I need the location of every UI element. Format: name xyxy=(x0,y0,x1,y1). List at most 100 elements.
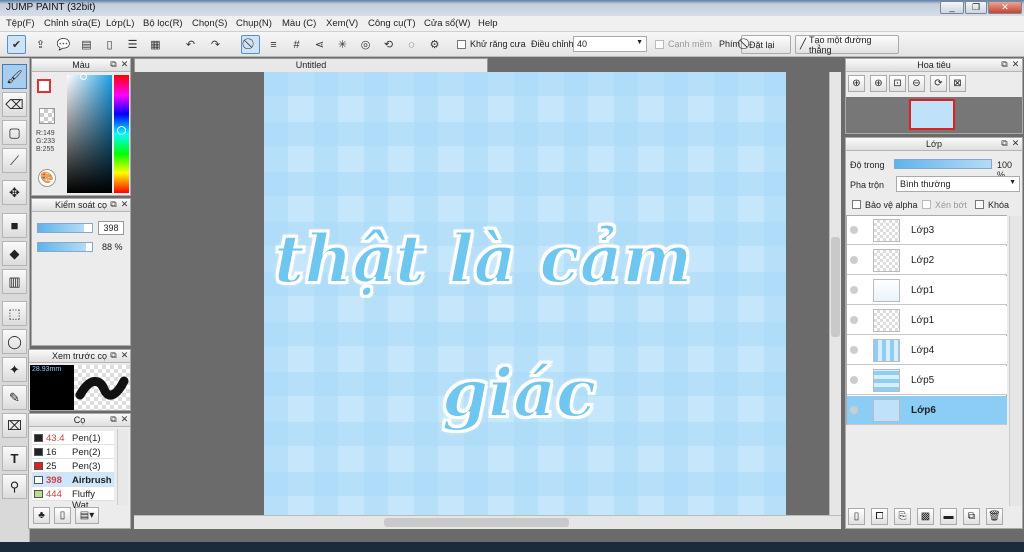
radial-snap-icon[interactable]: ✳ xyxy=(333,35,352,54)
curve-snap-icon[interactable]: ⟲ xyxy=(379,35,398,54)
menu-help[interactable]: Help xyxy=(478,18,498,29)
float-icon[interactable]: ⧉ xyxy=(109,415,118,424)
brush-menu-icon[interactable]: ▤▾ xyxy=(75,507,99,524)
float-icon[interactable]: ⧉ xyxy=(1000,60,1009,69)
close-panel-icon[interactable]: ✕ xyxy=(120,415,129,424)
text-tool-icon[interactable]: T xyxy=(2,446,27,471)
document-tab[interactable]: Untitled xyxy=(134,58,488,72)
saturation-picker[interactable] xyxy=(67,73,112,193)
float-icon[interactable]: ⧉ xyxy=(1000,139,1009,148)
layer-row[interactable]: Lớp6 xyxy=(847,396,1007,425)
brush-size-value[interactable]: 398 xyxy=(98,221,124,235)
document-canvas[interactable]: thật là cảm giác xyxy=(264,72,786,515)
close-panel-icon[interactable]: ✕ xyxy=(1011,139,1020,148)
brush-item[interactable]: 444 Fluffy Wat xyxy=(32,487,114,511)
new-layer-icon[interactable]: ▯ xyxy=(848,508,865,525)
reset-button[interactable]: ⃠ Đặt lại xyxy=(741,35,791,54)
line-tool-icon[interactable]: ⟋ xyxy=(2,148,27,173)
menu-tools[interactable]: Công cụ(T) xyxy=(368,18,416,29)
select-eraser-icon[interactable]: ⌧ xyxy=(2,413,27,438)
close-panel-icon[interactable]: ✕ xyxy=(120,200,129,209)
layer-opacity-slider[interactable] xyxy=(894,159,992,169)
gradient-tool-icon[interactable]: ▥ xyxy=(2,269,27,294)
vertical-scroll-thumb[interactable] xyxy=(831,237,840,337)
close-panel-icon[interactable]: ✕ xyxy=(120,351,129,360)
float-icon[interactable]: ⧉ xyxy=(109,351,118,360)
layer-row[interactable]: Lớp1 xyxy=(847,306,1007,335)
brush-item[interactable]: 398 Airbrush xyxy=(32,473,114,487)
menu-capture[interactable]: Chụp(N) xyxy=(236,18,272,29)
brush-tool-icon[interactable]: 🖌 xyxy=(2,64,27,89)
visibility-icon[interactable] xyxy=(850,286,858,294)
visibility-icon[interactable] xyxy=(850,406,858,414)
layer-row[interactable]: Lớp5 xyxy=(847,366,1007,395)
tree-icon[interactable]: ♣ xyxy=(33,507,50,524)
fg-color-swatch[interactable] xyxy=(37,79,51,93)
select-rect-icon[interactable]: ⬚ xyxy=(2,301,27,326)
brush-item[interactable]: 43.4 Pen(1) xyxy=(32,431,114,445)
upload-icon[interactable]: ⇪ xyxy=(31,35,50,54)
visibility-icon[interactable] xyxy=(850,346,858,354)
folder-icon[interactable]: ▬ xyxy=(940,508,957,525)
lasso-icon[interactable]: ◯ xyxy=(2,329,27,354)
hue-cursor[interactable] xyxy=(117,126,126,135)
rotate-icon[interactable]: ⟳ xyxy=(930,75,947,92)
fit-icon[interactable]: ⊡ xyxy=(889,75,906,92)
settings-snap-icon[interactable]: ⚙ xyxy=(425,35,444,54)
magic-wand-icon[interactable]: ✦ xyxy=(2,357,27,382)
visibility-icon[interactable] xyxy=(850,226,858,234)
transparent-swatch[interactable] xyxy=(39,108,55,124)
menu-file[interactable]: Tệp(F) xyxy=(6,18,35,29)
visibility-icon[interactable] xyxy=(850,256,858,264)
new-brush-icon[interactable]: ▯ xyxy=(54,507,71,524)
zoom-out-icon[interactable]: ⊖ xyxy=(908,75,925,92)
layers-scrollbar[interactable] xyxy=(1009,216,1022,506)
menu-edit[interactable]: Chỉnh sửa(E) xyxy=(44,18,101,29)
grid-icon[interactable]: ▦ xyxy=(146,35,165,54)
layer-row[interactable]: Lớp4 xyxy=(847,336,1007,365)
menu-filter[interactable]: Bộ lọc(R) xyxy=(143,18,183,29)
menu-view[interactable]: Xem(V) xyxy=(326,18,358,29)
layer-row[interactable]: Lớp1 xyxy=(847,276,1007,305)
zoom-in-alt-icon[interactable]: ⊕ xyxy=(870,75,887,92)
circle-snap-icon[interactable]: ◎ xyxy=(356,35,375,54)
brush-list-scrollbar[interactable] xyxy=(117,429,128,505)
brush-item[interactable]: 25 Pen(3) xyxy=(32,459,114,473)
zoom-in-icon[interactable]: ⊕ xyxy=(848,75,865,92)
palette-icon[interactable]: 🎨 xyxy=(38,169,56,187)
reset-view-icon[interactable]: ⊠ xyxy=(949,75,966,92)
menu-select[interactable]: Chọn(S) xyxy=(192,18,227,29)
undo-icon[interactable]: ↶ xyxy=(181,35,200,54)
pattern-layer-icon[interactable]: ▩ xyxy=(917,508,934,525)
comment-icon[interactable]: 💬 xyxy=(54,35,73,54)
brush-size-slider[interactable] xyxy=(37,223,93,233)
navigator-view[interactable] xyxy=(846,97,1022,133)
no-snap-icon[interactable]: ⃠ xyxy=(241,35,260,54)
horizontal-scrollbar[interactable] xyxy=(134,515,841,529)
layer-row[interactable]: Lớp2 xyxy=(847,246,1007,275)
move-tool-icon[interactable]: ✥ xyxy=(2,180,27,205)
parallel-snap-icon[interactable]: ≡ xyxy=(264,35,283,54)
ellipse-snap-icon[interactable]: ◌ xyxy=(402,35,421,54)
float-icon[interactable]: ⧉ xyxy=(109,200,118,209)
redo-icon[interactable]: ↷ xyxy=(206,35,225,54)
float-icon[interactable]: ⧉ xyxy=(109,60,118,69)
adjust-select[interactable]: 40 ▼ xyxy=(573,36,647,52)
menu-color[interactable]: Màu (C) xyxy=(282,18,316,29)
menu-layer[interactable]: Lớp(L) xyxy=(106,18,134,29)
visibility-icon[interactable] xyxy=(850,376,858,384)
import-layer-icon[interactable]: ⎘ xyxy=(894,508,911,525)
grid-snap-icon[interactable]: # xyxy=(287,35,306,54)
protect-alpha-checkbox[interactable] xyxy=(852,200,861,209)
select-pen-icon[interactable]: ✎ xyxy=(2,385,27,410)
navigator-viewport[interactable] xyxy=(909,99,955,130)
delete-layer-icon[interactable]: 🗑 xyxy=(986,508,1003,525)
close-button[interactable]: ✕ xyxy=(988,1,1022,14)
maximize-button[interactable]: ❐ xyxy=(965,1,987,14)
perspective-snap-icon[interactable]: ⋖ xyxy=(310,35,329,54)
bucket-tool-icon[interactable]: ◆ xyxy=(2,241,27,266)
brush-item[interactable]: 16 Pen(2) xyxy=(32,445,114,459)
menu-window[interactable]: Cửa sổ(W) xyxy=(424,18,470,29)
lock-checkbox[interactable] xyxy=(975,200,984,209)
visibility-icon[interactable] xyxy=(850,316,858,324)
